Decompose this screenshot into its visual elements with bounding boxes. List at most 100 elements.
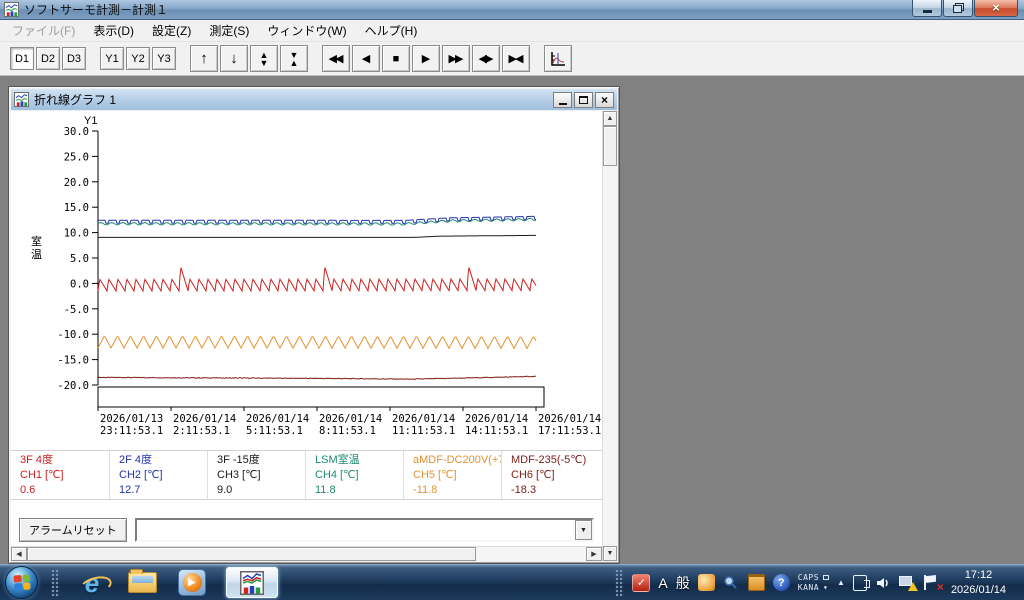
toolbar-y3-button[interactable]: Y3 bbox=[152, 47, 176, 70]
ime-caps-kana-indicator[interactable]: CAPS KANA▾ bbox=[798, 573, 829, 593]
horizontal-scrollbar[interactable]: ◀ ▶ bbox=[11, 546, 602, 561]
graph-maximize-button[interactable] bbox=[574, 92, 593, 108]
ime-conversion-mode[interactable]: 般 bbox=[676, 573, 690, 593]
ime-input-mode[interactable]: A bbox=[658, 575, 667, 591]
legend-channel-ch3: 3F -15度CH3 [℃]9.0 bbox=[207, 451, 305, 499]
alarm-combobox[interactable]: ▼ bbox=[135, 518, 594, 542]
close-icon: × bbox=[601, 94, 608, 106]
channel-name: 3F 4度 bbox=[20, 453, 107, 468]
menu-settings[interactable]: 設定(Z) bbox=[143, 19, 200, 42]
vertical-scrollbar-thumb[interactable] bbox=[603, 126, 617, 166]
x-tick-date: 2026/01/14 bbox=[392, 413, 455, 425]
scroll-up-button[interactable]: ↑ bbox=[190, 45, 218, 72]
up-triangle-icon: ▲ bbox=[607, 115, 614, 122]
y-tick-label: -5.0 bbox=[64, 304, 89, 316]
toolbar-d2-button[interactable]: D2 bbox=[36, 47, 60, 70]
channel-name: LSM室温 bbox=[315, 453, 401, 468]
scroll-right-arrow[interactable]: ▶ bbox=[586, 547, 602, 561]
rewind-button[interactable]: ◀◀ bbox=[322, 45, 350, 72]
channel-value: -18.3 bbox=[511, 483, 597, 498]
media-player-button[interactable]: ▶ bbox=[174, 567, 210, 599]
toolbar-y2-button[interactable]: Y2 bbox=[126, 47, 150, 70]
combobox-dropdown-button[interactable]: ▼ bbox=[575, 520, 592, 540]
ime-toolbox-icon[interactable] bbox=[748, 574, 765, 591]
y-tick-label: 0.0 bbox=[70, 278, 89, 290]
toolbar-d1-button[interactable]: D1 bbox=[10, 47, 34, 70]
legend-channel-ch5: aMDF-DC200V(+7CH5 [℃]-11.8 bbox=[403, 451, 501, 499]
toolbar-y1-button[interactable]: Y1 bbox=[100, 47, 124, 70]
fast-forward-button[interactable]: ▶▶ bbox=[442, 45, 470, 72]
graph-window-icon bbox=[14, 92, 29, 107]
compress-vertical-icon: ▼▲ bbox=[289, 51, 299, 67]
expand-vertical-button[interactable]: ▲▼ bbox=[250, 45, 278, 72]
legend-channel-ch6: MDF-235(-5℃)CH6 [℃]-18.3 bbox=[501, 451, 599, 499]
left-triangle-icon: ◀ bbox=[16, 550, 21, 558]
graph-window-titlebar: 折れ線グラフ 1 × bbox=[11, 89, 617, 110]
menu-help[interactable]: ヘルプ(H) bbox=[356, 19, 427, 42]
compress-horizontal-button[interactable]: ▶◀ bbox=[502, 45, 530, 72]
menu-measure[interactable]: 測定(S) bbox=[200, 19, 258, 42]
menu-window[interactable]: ウィンドウ(W) bbox=[258, 19, 355, 42]
chevron-down-icon: ▾ bbox=[823, 583, 828, 593]
scroll-left-arrow[interactable]: ◀ bbox=[11, 547, 27, 561]
main-titlebar: ソフトサーモ計測－計測１ × bbox=[0, 0, 1024, 20]
expand-horizontal-button[interactable]: ◀▶ bbox=[472, 45, 500, 72]
scroll-up-arrow[interactable]: ▲ bbox=[603, 111, 617, 126]
step-forward-button[interactable]: ▶ bbox=[412, 45, 440, 72]
stop-icon: ■ bbox=[393, 53, 400, 65]
vertical-scrollbar-track[interactable] bbox=[603, 166, 617, 546]
ime-help-icon[interactable]: ? bbox=[773, 574, 790, 591]
x-tick-time: 23:11:53.1 bbox=[100, 425, 163, 437]
horizontal-scrollbar-thumb[interactable] bbox=[27, 547, 476, 561]
taskbar-clock[interactable]: 17:12 2026/01/14 bbox=[949, 568, 1016, 598]
vertical-scrollbar[interactable]: ▲ ▼ bbox=[602, 111, 617, 561]
ime-dictionary-icon[interactable] bbox=[723, 574, 740, 591]
toolbar: D1 D2 D3 Y1 Y2 Y3 ↑ ↓ ▲▼ ▼▲ ◀◀ ◀ ■ ▶ ▶▶ … bbox=[0, 42, 1024, 76]
alarm-combobox-value bbox=[141, 522, 570, 538]
restore-button[interactable] bbox=[943, 0, 973, 17]
series-ch1 bbox=[98, 268, 536, 292]
step-back-button[interactable]: ◀ bbox=[352, 45, 380, 72]
compress-vertical-button[interactable]: ▼▲ bbox=[280, 45, 308, 72]
minimize-button[interactable] bbox=[912, 0, 942, 17]
graph-minimize-button[interactable] bbox=[553, 92, 572, 108]
down-arrow-icon: ↓ bbox=[230, 50, 238, 67]
menubar: ファイル(F) 表示(D) 設定(Z) 測定(S) ウィンドウ(W) ヘルプ(H… bbox=[0, 20, 1024, 42]
system-tray: ✓ A 般 ? CAPS KANA▾ ▲ × 17:12 2026/01/14 bbox=[608, 568, 1024, 598]
ime-pad-icon[interactable] bbox=[698, 574, 715, 591]
scroll-down-button[interactable]: ↓ bbox=[220, 45, 248, 72]
toolbar-d3-button[interactable]: D3 bbox=[62, 47, 86, 70]
tray-expand-button[interactable]: ▲ bbox=[837, 578, 845, 587]
file-explorer-button[interactable] bbox=[124, 567, 160, 599]
safely-remove-hardware-icon[interactable] bbox=[853, 575, 867, 591]
series-ch2 bbox=[98, 216, 536, 223]
y-tick-label: -20.0 bbox=[57, 380, 89, 392]
internet-explorer-button[interactable]: e bbox=[74, 567, 110, 599]
graph-close-button[interactable]: × bbox=[595, 92, 614, 108]
volume-icon[interactable] bbox=[875, 575, 891, 591]
close-button[interactable]: × bbox=[974, 0, 1018, 17]
channel-id: CH2 [℃] bbox=[119, 468, 205, 483]
stop-button[interactable]: ■ bbox=[382, 45, 410, 72]
network-disconnected-icon[interactable]: × bbox=[924, 575, 941, 590]
x-tick-date: 2026/01/14 bbox=[319, 413, 382, 425]
legend-channel-ch1: 3F 4度CH1 [℃]0.6 bbox=[11, 451, 109, 499]
y-axis-label: 室 bbox=[31, 234, 42, 248]
scroll-down-arrow[interactable]: ▼ bbox=[603, 546, 617, 561]
network-warning-icon[interactable] bbox=[899, 575, 916, 590]
menu-view[interactable]: 表示(D) bbox=[84, 19, 143, 42]
graph-view-button[interactable] bbox=[544, 45, 572, 72]
restore-icon bbox=[953, 3, 964, 13]
x-tick-time: 11:11:53.1 bbox=[392, 425, 455, 437]
graph-icon bbox=[549, 50, 567, 68]
start-button[interactable] bbox=[5, 566, 38, 599]
security-tray-icon[interactable]: ✓ bbox=[632, 574, 650, 592]
app-icon bbox=[4, 2, 19, 17]
alarm-reset-button[interactable]: アラームリセット bbox=[19, 518, 127, 542]
active-app-button[interactable] bbox=[226, 567, 278, 598]
horizontal-scrollbar-track[interactable] bbox=[476, 547, 586, 561]
menu-file[interactable]: ファイル(F) bbox=[3, 19, 84, 42]
series-ch3 bbox=[98, 235, 536, 237]
graph-window-title: 折れ線グラフ 1 bbox=[34, 91, 116, 108]
close-icon: × bbox=[992, 3, 1000, 13]
